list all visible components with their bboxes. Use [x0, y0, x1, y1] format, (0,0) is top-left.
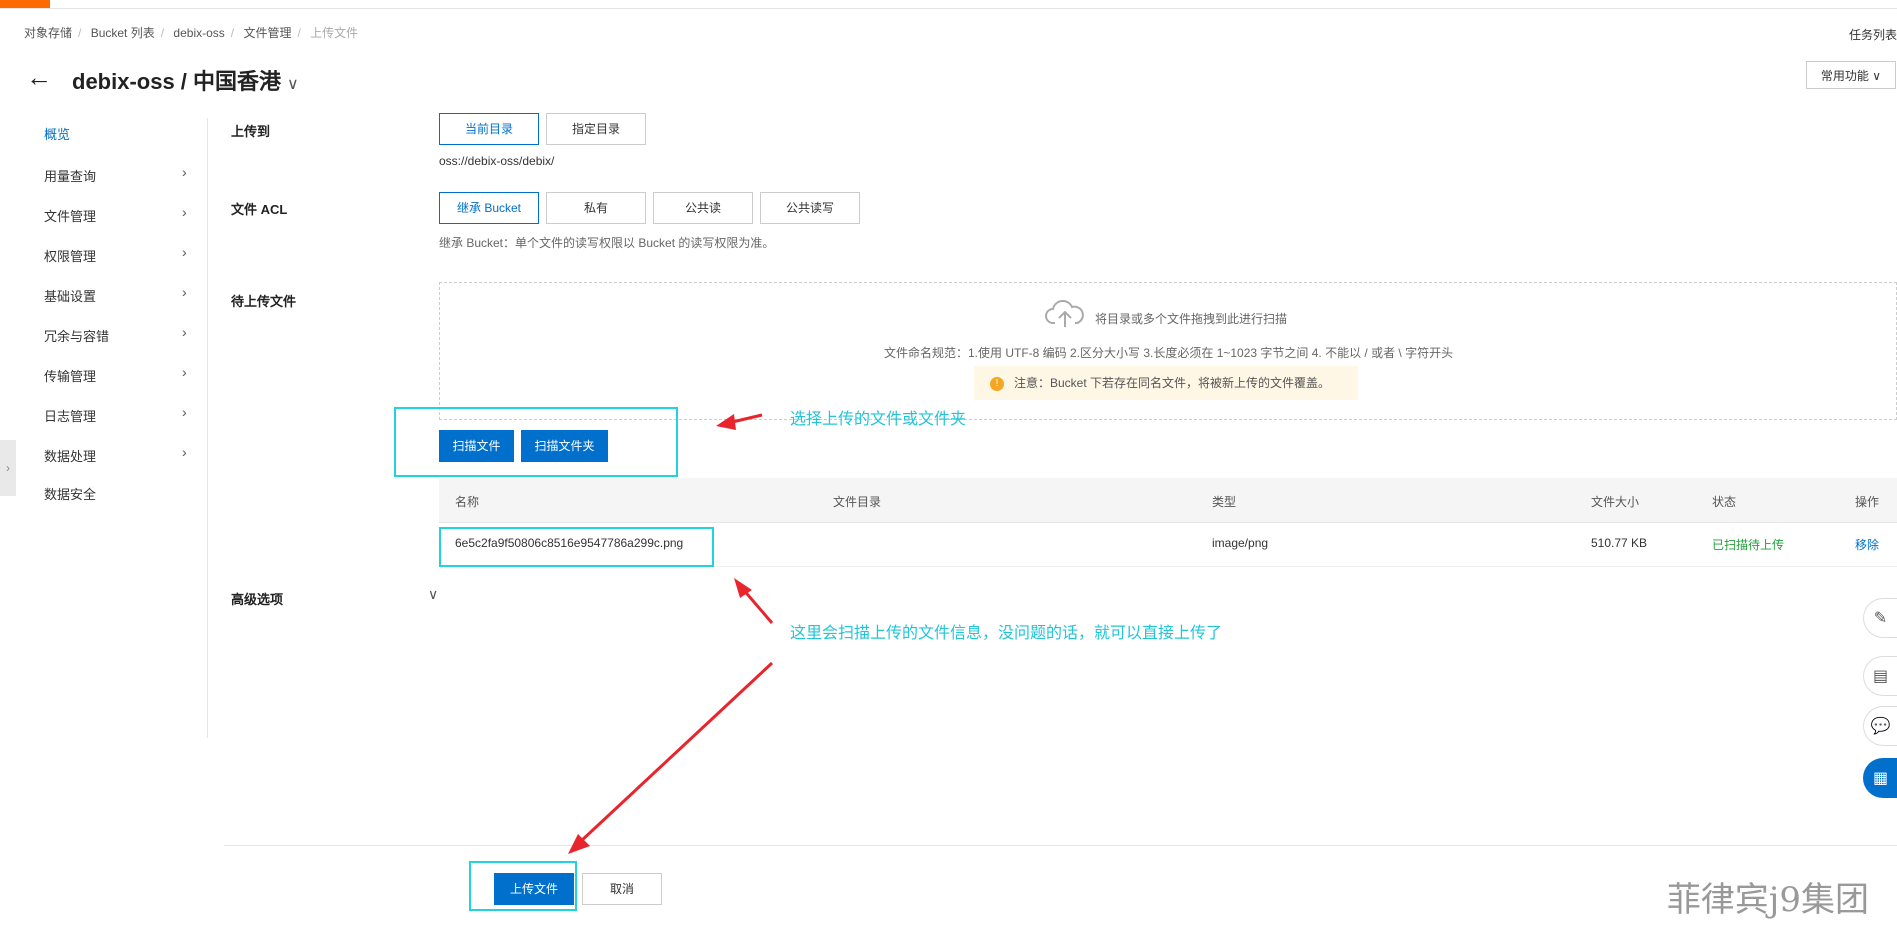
annotation-select-files: 选择上传的文件或文件夹 [790, 411, 967, 428]
watermark-text: 菲律宾j9集团 [1666, 880, 1869, 920]
annotation-arrows [568, 413, 774, 854]
annotation-scan-info: 这里会扫描上传的文件信息，没问题的话，就可以直接上传了 [790, 625, 1223, 642]
